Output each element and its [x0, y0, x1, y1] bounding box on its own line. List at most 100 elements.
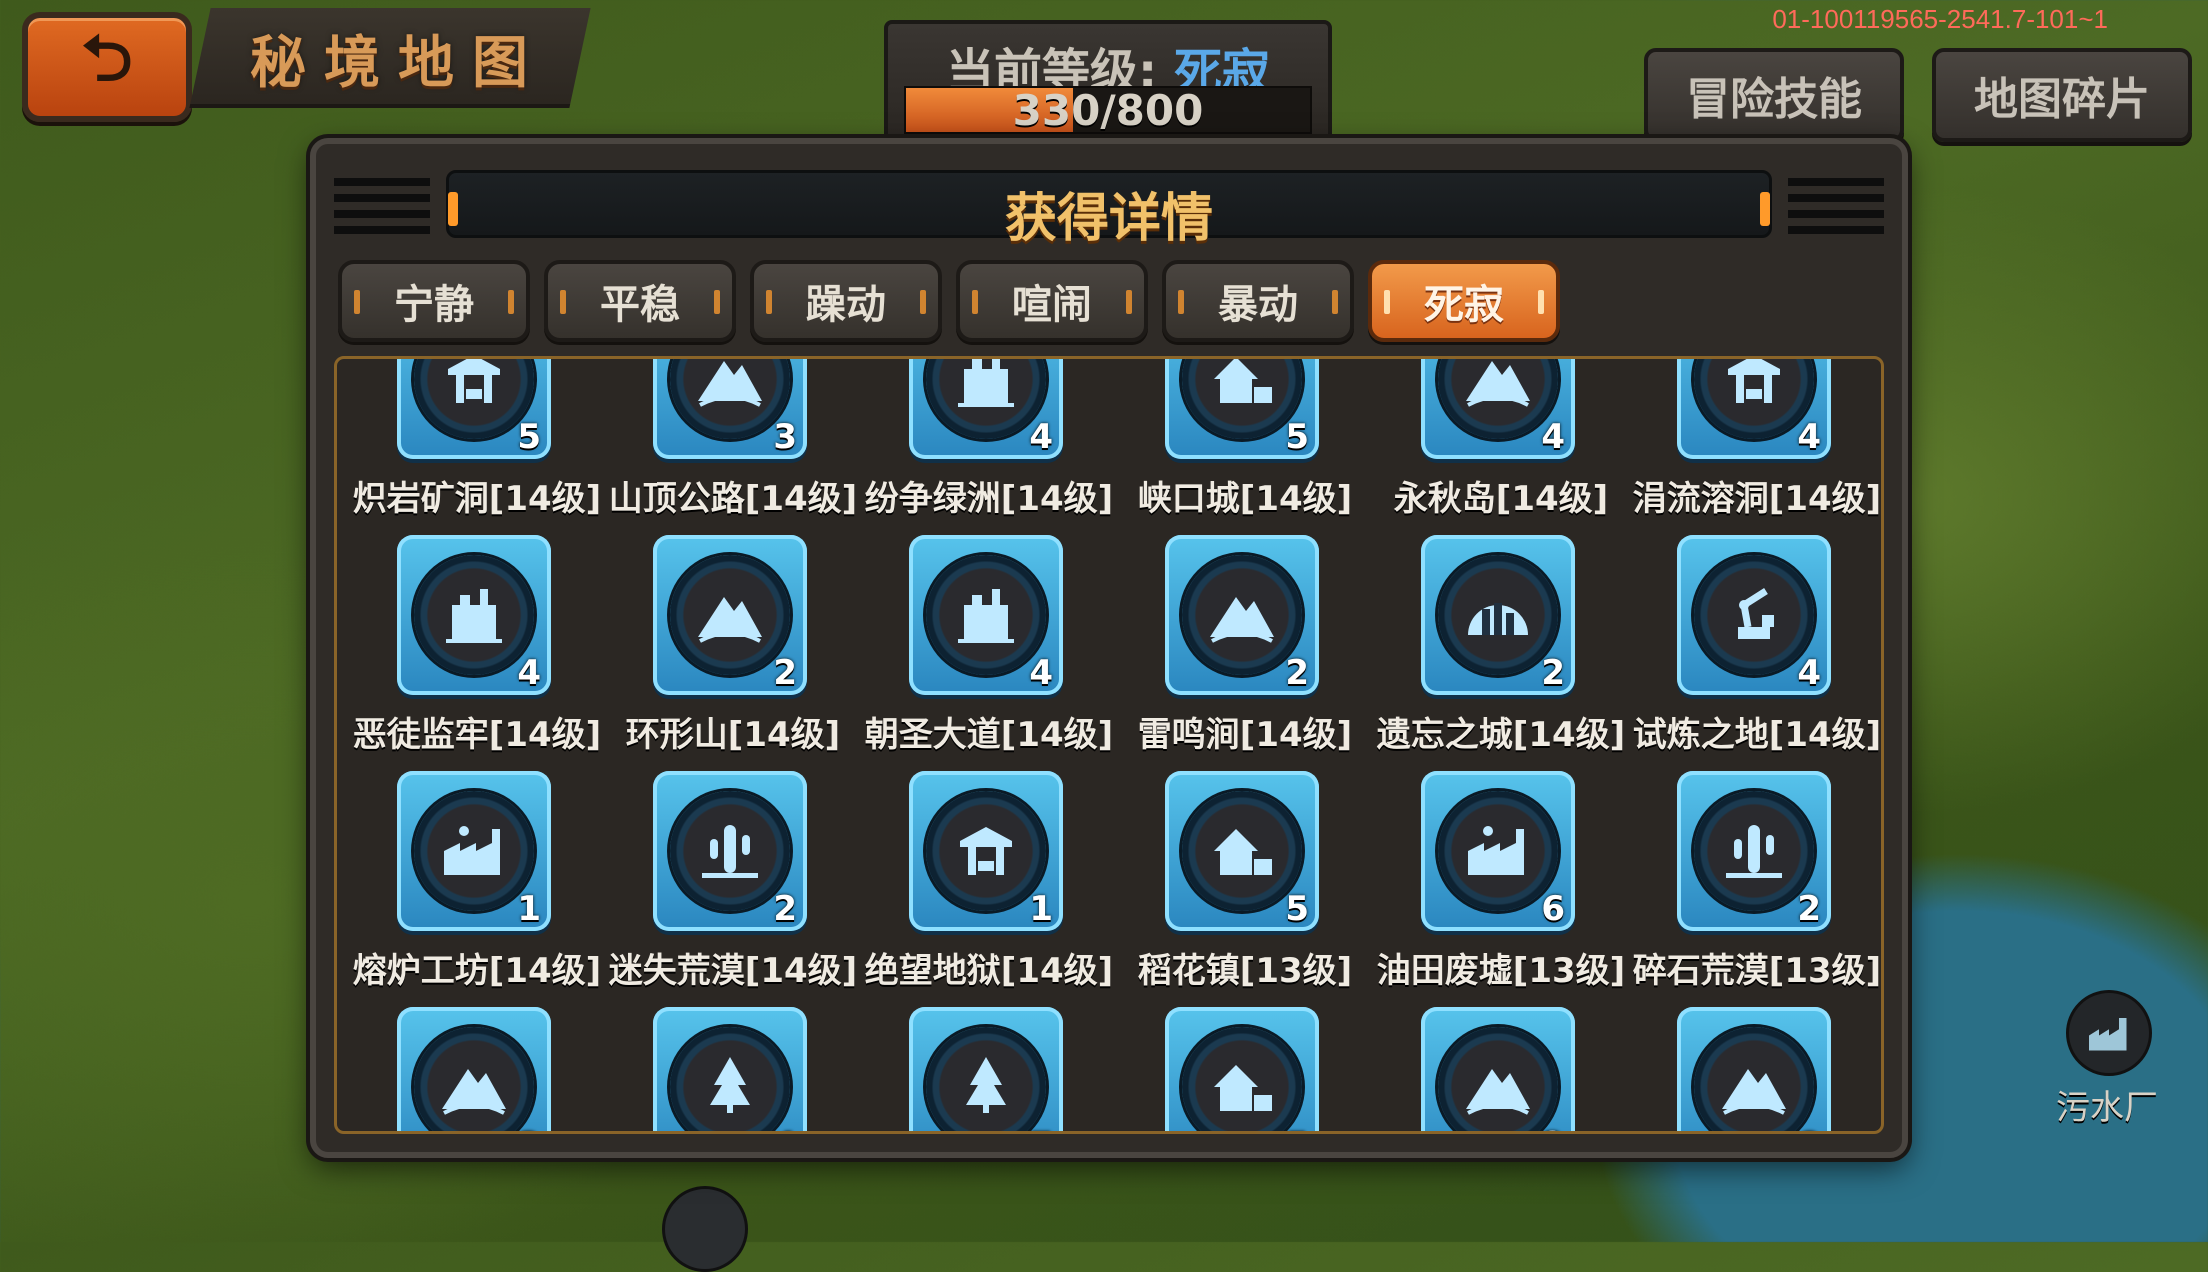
- tab-label: 躁动: [806, 282, 886, 328]
- map-item[interactable]: 2 碎石荒漠[13级]: [1629, 771, 1881, 1011]
- map-name: 炽岩矿洞[14级]: [352, 479, 602, 519]
- map-fragments-button[interactable]: 地图碎片: [1932, 48, 2192, 142]
- map-item[interactable]: 3 山顶公路[14级]: [605, 359, 861, 539]
- map-name: 熔炉工坊[14级]: [352, 951, 602, 991]
- cactus-icon: [670, 791, 790, 911]
- map-item[interactable]: 8: [1629, 1007, 1881, 1131]
- map-tile[interactable]: 7: [909, 1007, 1063, 1131]
- count-badge: 5: [1285, 889, 1309, 929]
- map-tile[interactable]: 4: [1677, 535, 1831, 695]
- map-name: 山顶公路[14级]: [608, 479, 858, 519]
- map-tile[interactable]: 3: [653, 359, 807, 459]
- pine-trees-icon: [926, 1027, 1046, 1131]
- map-item[interactable]: 4 永秋岛[14级]: [1373, 359, 1629, 539]
- map-tile[interactable]: 4: [1421, 359, 1575, 459]
- map-item[interactable]: 2 雷鸣涧[14级]: [1117, 535, 1373, 775]
- map-item[interactable]: 1 熔炉工坊[14级]: [349, 771, 605, 1011]
- count-badge: 4: [1029, 653, 1053, 693]
- sewage-plant-label: 污水厂: [2056, 1088, 2158, 1128]
- house-icon: [1182, 359, 1302, 439]
- adventure-skills-button[interactable]: 冒险技能: [1644, 48, 1904, 142]
- map-item[interactable]: 4 恶徒监牢[14级]: [349, 535, 605, 775]
- map-item[interactable]: 5: [1117, 1007, 1373, 1131]
- tab-2[interactable]: 平稳: [544, 260, 736, 342]
- map-tile[interactable]: 4: [397, 535, 551, 695]
- map-name: 油田废墟[13级]: [1376, 951, 1626, 991]
- tab-6[interactable]: 死寂: [1368, 260, 1560, 342]
- map-item[interactable]: 7: [861, 1007, 1117, 1131]
- count-badge: 6: [1541, 889, 1565, 929]
- mountain-icon: [670, 555, 790, 675]
- map-tile[interactable]: 2: [653, 771, 807, 931]
- page-title: 秘境地图: [250, 30, 546, 96]
- map-item[interactable]: 4 朝圣大道[14级]: [861, 535, 1117, 775]
- map-tile[interactable]: 1: [909, 771, 1063, 931]
- map-tile[interactable]: 2: [1165, 535, 1319, 695]
- map-name: 迷失荒漠[14级]: [608, 951, 858, 991]
- map-tile[interactable]: 2: [1421, 535, 1575, 695]
- map-tile[interactable]: 8: [1677, 1007, 1831, 1131]
- map-tile[interactable]: 4: [1677, 359, 1831, 459]
- back-button[interactable]: ⮌: [22, 12, 192, 122]
- map-item[interactable]: 1 绝望地狱[14级]: [861, 771, 1117, 1011]
- factory-icon[interactable]: [2066, 990, 2152, 1076]
- map-tile[interactable]: 3: [397, 1007, 551, 1131]
- map-tile[interactable]: 5: [1165, 771, 1319, 931]
- map-item[interactable]: 5 稻花镇[13级]: [1117, 771, 1373, 1011]
- count-badge: 4: [1797, 417, 1821, 457]
- count-badge: 4: [1541, 417, 1565, 457]
- count-badge: 5: [517, 417, 541, 457]
- map-name: 峡口城[14级]: [1137, 479, 1353, 519]
- map-item[interactable]: 6 油田废墟[13级]: [1373, 771, 1629, 1011]
- mountain-icon: [670, 359, 790, 439]
- tab-label: 平稳: [600, 282, 680, 328]
- count-badge: 2: [773, 889, 797, 929]
- tab-3[interactable]: 躁动: [750, 260, 942, 342]
- map-tile[interactable]: 6: [1421, 771, 1575, 931]
- map-item[interactable]: 2 环形山[14级]: [605, 535, 861, 775]
- mountain-icon: [1438, 1027, 1558, 1131]
- map-item[interactable]: 2 遗忘之城[14级]: [1373, 535, 1629, 775]
- map-tile[interactable]: 1: [397, 771, 551, 931]
- map-tile[interactable]: 4: [909, 535, 1063, 695]
- map-item[interactable]: 4 涓流溶洞[14级]: [1629, 359, 1881, 539]
- map-tile[interactable]: 5: [397, 359, 551, 459]
- map-item[interactable]: 2: [1373, 1007, 1629, 1131]
- map-name: 碎石荒漠[13级]: [1632, 951, 1882, 991]
- tab-4[interactable]: 喧闹: [956, 260, 1148, 342]
- map-item[interactable]: 4 纷争绿洲[14级]: [861, 359, 1117, 539]
- map-name: 纷争绿洲[14级]: [864, 479, 1114, 519]
- map-tile[interactable]: 2: [1421, 1007, 1575, 1131]
- map-tile[interactable]: 4: [909, 359, 1063, 459]
- house-icon: [1182, 1027, 1302, 1131]
- count-badge: 4: [1029, 417, 1053, 457]
- count-badge: 5: [1285, 1125, 1309, 1131]
- map-tile[interactable]: 2: [1677, 771, 1831, 931]
- map-node-icon[interactable]: [662, 1186, 748, 1272]
- factory-icon: [414, 791, 534, 911]
- map-name: 永秋岛[14级]: [1393, 479, 1609, 519]
- map-item[interactable]: 4: [605, 1007, 861, 1131]
- back-arrow-icon: ⮌: [81, 22, 133, 96]
- map-item[interactable]: 2 迷失荒漠[14级]: [605, 771, 861, 1011]
- mountain-icon: [1438, 359, 1558, 439]
- tab-1[interactable]: 宁静: [338, 260, 530, 342]
- count-badge: 7: [1029, 1125, 1053, 1131]
- count-badge: 1: [1029, 889, 1053, 929]
- map-tile[interactable]: 4: [653, 1007, 807, 1131]
- cactus-icon: [1694, 791, 1814, 911]
- map-tile[interactable]: 2: [653, 535, 807, 695]
- map-tile[interactable]: 5: [1165, 1007, 1319, 1131]
- map-name: 绝望地狱[14级]: [864, 951, 1114, 991]
- map-item[interactable]: 3: [349, 1007, 605, 1131]
- map-tile[interactable]: 5: [1165, 359, 1319, 459]
- map-item[interactable]: 5 峡口城[14级]: [1117, 359, 1373, 539]
- count-badge: 2: [1541, 653, 1565, 693]
- map-item[interactable]: 5 炽岩矿洞[14级]: [349, 359, 605, 539]
- tab-5[interactable]: 暴动: [1162, 260, 1354, 342]
- count-badge: 2: [1541, 1125, 1565, 1131]
- map-item[interactable]: 4 试炼之地[14级]: [1629, 535, 1881, 775]
- map-name: 雷鸣涧[14级]: [1137, 715, 1353, 755]
- exp-text: 330/800: [1012, 86, 1204, 135]
- pine-trees-icon: [670, 1027, 790, 1131]
